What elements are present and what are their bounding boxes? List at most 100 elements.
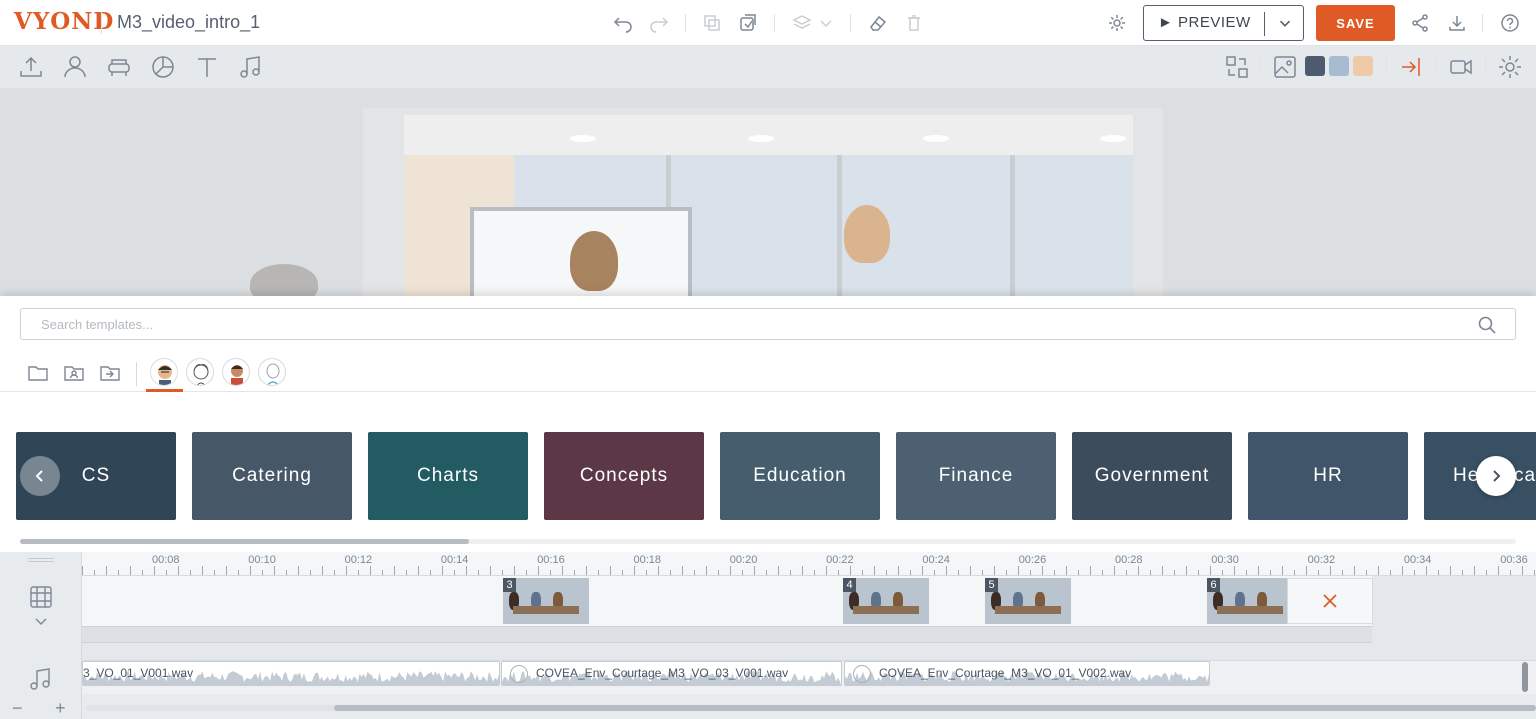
ceiling-light (1100, 135, 1126, 142)
audio-clip-name: 3_VO_01_V001.wav (83, 666, 194, 680)
scene-settings-icon[interactable] (1497, 54, 1523, 80)
divider (136, 362, 137, 386)
style-avatar-contemporary[interactable] (222, 358, 250, 386)
chevron-down-icon[interactable] (1276, 14, 1294, 32)
resize-handle[interactable] (28, 558, 54, 562)
audio-clip[interactable]: COVEA_Env_Courtage_M3_VO_01_V002.wav (844, 661, 1210, 686)
scene-thumbnail[interactable]: 4 (843, 578, 929, 624)
ruler-tick (442, 566, 443, 575)
timeline-ruler[interactable]: 00:08 00:10 00:12 00:14 00:16 00:18 00:20 00:22… (82, 552, 1536, 576)
ruler-tick (166, 570, 167, 575)
audio-clip[interactable]: COVEA_Env_Courtage_M3_VO_03_V001.wav (501, 661, 842, 686)
template-card-concepts[interactable]: Concepts (544, 432, 704, 520)
ruler-tick (346, 566, 347, 575)
ruler-label: 00:34 (1403, 554, 1432, 566)
save-button[interactable]: SAVE (1316, 5, 1395, 41)
scene-number: 4 (843, 578, 856, 592)
help-icon[interactable] (1499, 12, 1521, 34)
ruler-label: 00:32 (1307, 554, 1336, 566)
carousel-next-button[interactable] (1476, 456, 1516, 496)
search-icon[interactable] (1477, 315, 1497, 335)
ruler-tick (1162, 566, 1163, 575)
character-icon[interactable] (62, 54, 88, 80)
template-card-hr[interactable]: HR (1248, 432, 1408, 520)
template-card-government[interactable]: Government (1072, 432, 1232, 520)
props-icon[interactable] (106, 54, 132, 80)
ruler-tick (922, 566, 923, 575)
trash-icon[interactable] (903, 12, 925, 34)
divider (1436, 56, 1437, 74)
download-icon[interactable] (1446, 12, 1468, 34)
scene-thumbnail[interactable]: 5 (985, 578, 1071, 624)
color-swatch-light-blue[interactable] (1329, 56, 1349, 76)
ruler-tick (202, 566, 203, 575)
audio-clip[interactable]: 3_VO_01_V001.wav (82, 661, 500, 686)
scene-thumbnail[interactable]: 6 (1207, 578, 1287, 624)
vyond-logo[interactable]: VYOND (14, 8, 114, 35)
chart-icon[interactable] (150, 54, 176, 80)
shared-folder-icon[interactable] (63, 362, 85, 384)
divider (850, 14, 851, 32)
zoom-out-button[interactable]: − (12, 698, 23, 719)
close-icon (1323, 594, 1337, 608)
enter-icon[interactable] (1398, 54, 1424, 80)
audio-clip-name: COVEA_Env_Courtage_M3_VO_03_V001.wav (536, 666, 789, 680)
style-avatar-business-friendly[interactable] (150, 358, 178, 386)
ruler-tick (514, 566, 515, 575)
timeline-horizontal-scrollbar[interactable] (86, 705, 1536, 711)
template-card-charts[interactable]: Charts (368, 432, 528, 520)
color-swatch-peach[interactable] (1353, 56, 1373, 76)
ruler-tick (1186, 566, 1187, 575)
ruler-tick (1294, 570, 1295, 575)
zoom-in-button[interactable]: + (55, 698, 66, 719)
audio-track: 3_VO_01_V001.wav COVEA_Env_Courtage_M3_V… (82, 660, 1536, 694)
ruler-tick (1306, 566, 1307, 575)
scene-thumbnail[interactable]: 3 (503, 578, 589, 624)
music-icon[interactable] (238, 54, 264, 80)
text-icon[interactable] (194, 54, 220, 80)
chevron-down-icon[interactable] (815, 12, 837, 34)
chevron-left-icon (35, 470, 43, 482)
redo-icon[interactable] (648, 12, 670, 34)
ruler-tick (874, 566, 875, 575)
folder-icon[interactable] (27, 362, 49, 384)
search-input[interactable] (22, 310, 1462, 338)
ruler-tick (682, 566, 683, 575)
carousel-scrollbar[interactable] (20, 539, 1516, 544)
scrollbar-thumb[interactable] (334, 705, 1536, 711)
eraser-icon[interactable] (867, 12, 889, 34)
ruler-tick (574, 570, 575, 575)
template-card-finance[interactable]: Finance (896, 432, 1056, 520)
template-card-catering[interactable]: Catering (192, 432, 352, 520)
copy-icon[interactable] (701, 12, 723, 34)
timeline-vertical-scrollbar[interactable] (1522, 662, 1528, 692)
scrollbar-thumb[interactable] (20, 539, 469, 544)
color-swatch-dark[interactable] (1305, 56, 1325, 76)
swap-icon[interactable] (1224, 54, 1250, 80)
background-image-icon[interactable] (1272, 54, 1298, 80)
chevron-down-icon[interactable] (32, 612, 50, 630)
style-avatar-outline[interactable] (258, 358, 286, 386)
duplicate-icon[interactable] (737, 12, 759, 34)
ruler-tick (1210, 566, 1211, 575)
remove-scene-button[interactable] (1287, 578, 1373, 624)
ruler-tick (946, 566, 947, 575)
upload-icon[interactable] (18, 54, 44, 80)
carousel-prev-button[interactable] (20, 456, 60, 496)
import-folder-icon[interactable] (99, 362, 121, 384)
project-title[interactable]: M3_video_intro_1 (117, 12, 260, 33)
style-avatar-whiteboard[interactable] (186, 358, 214, 386)
camera-icon[interactable] (1448, 54, 1474, 80)
share-icon[interactable] (1409, 12, 1431, 34)
template-card-education[interactable]: Education (720, 432, 880, 520)
preview-button[interactable]: ► PREVIEW (1143, 5, 1304, 41)
card-label: Charts (417, 465, 479, 486)
scene-lane-extra (82, 642, 1372, 660)
scene-canvas[interactable] (0, 88, 1536, 298)
undo-icon[interactable] (612, 12, 634, 34)
ruler-tick (1486, 570, 1487, 575)
ruler-label: 00:16 (537, 554, 565, 566)
layers-icon[interactable] (791, 12, 813, 34)
settings-icon[interactable] (1106, 12, 1128, 34)
music-note-icon (510, 665, 528, 683)
